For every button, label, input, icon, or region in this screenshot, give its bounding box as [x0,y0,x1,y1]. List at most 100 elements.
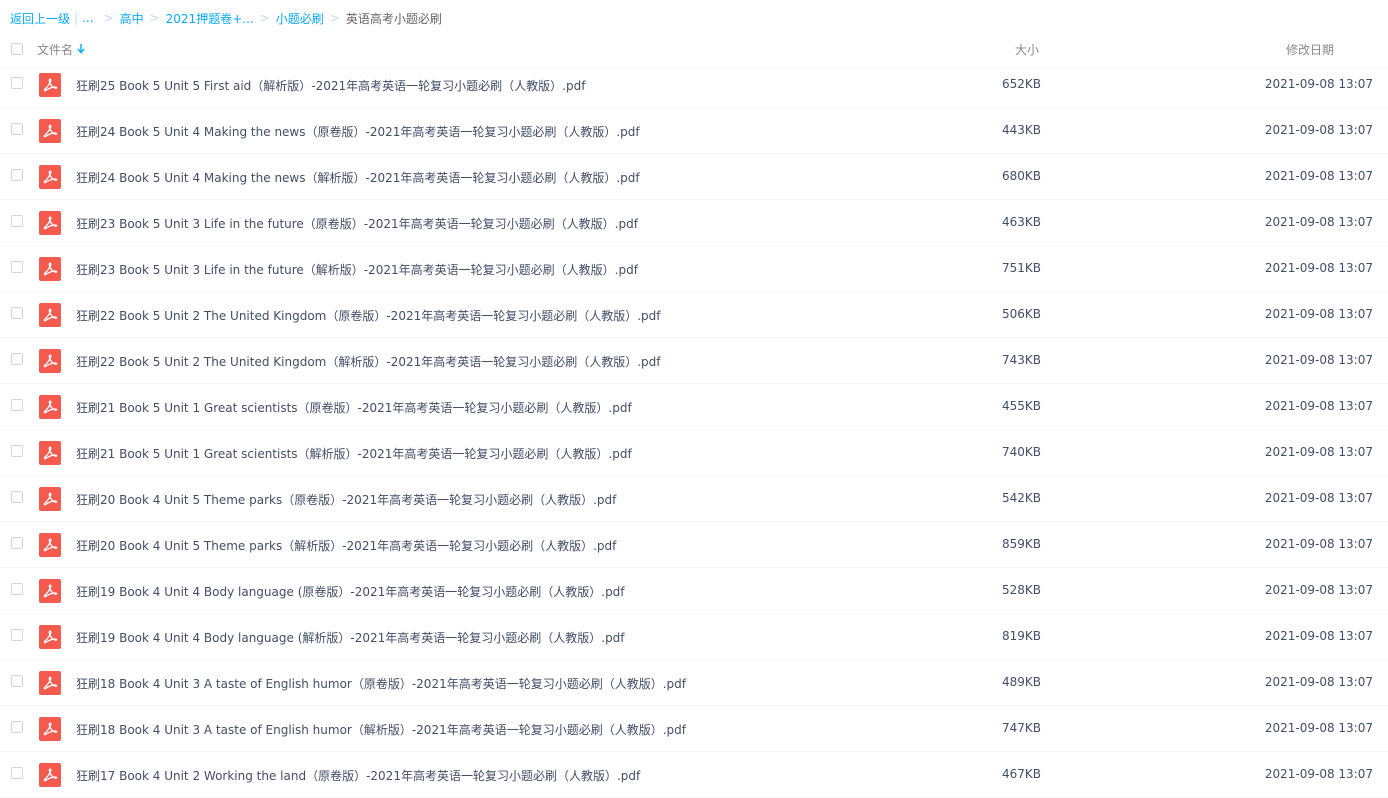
file-row[interactable]: 狂刷20 Book 4 Unit 5 Theme parks（原卷版）-2021… [0,476,1388,522]
row-checkbox[interactable] [11,353,23,365]
file-row[interactable]: 狂刷24 Book 5 Unit 4 Making the news（解析版）-… [0,154,1388,200]
row-checkbox[interactable] [11,491,23,503]
row-checkbox[interactable] [11,215,23,227]
chevron-right-icon: > [329,11,340,25]
file-date: 2021-09-08 13:07 [1264,77,1373,91]
pdf-icon [39,349,61,373]
chevron-right-icon: > [259,11,270,25]
breadcrumb-item-xiaotibishua[interactable]: 小题必刷 [276,10,324,27]
file-size: 489KB [1001,675,1041,689]
file-row[interactable]: 狂刷18 Book 4 Unit 3 A taste of English hu… [0,706,1388,752]
file-name[interactable]: 狂刷24 Book 5 Unit 4 Making the news（原卷版）-… [76,123,640,140]
file-date: 2021-09-08 13:07 [1264,307,1373,321]
row-checkbox[interactable] [11,169,23,181]
row-checkbox[interactable] [11,77,23,89]
breadcrumb: 返回上一级 | ... > 高中 > 2021押题卷+... > 小题必刷 > … [10,8,442,28]
chevron-right-icon: > [103,11,114,25]
file-row[interactable]: 狂刷19 Book 4 Unit 4 Body language (原卷版）-2… [0,568,1388,614]
file-name[interactable]: 狂刷18 Book 4 Unit 3 A taste of English hu… [76,721,686,738]
file-date: 2021-09-08 13:07 [1264,583,1373,597]
row-checkbox[interactable] [11,675,23,687]
back-link[interactable]: 返回上一级 [10,10,70,27]
file-name[interactable]: 狂刷21 Book 5 Unit 1 Great scientists（解析版）… [76,445,632,462]
row-checkbox[interactable] [11,629,23,641]
file-size: 528KB [1001,583,1041,597]
file-row[interactable]: 狂刷23 Book 5 Unit 3 Life in the future（原卷… [0,200,1388,246]
breadcrumb-item-gaozhong[interactable]: 高中 [120,10,144,27]
file-row[interactable]: 狂刷22 Book 5 Unit 2 The United Kingdom（解析… [0,338,1388,384]
pdf-icon [39,671,61,695]
file-size: 751KB [1001,261,1041,275]
sort-arrow-down-icon[interactable] [77,43,85,57]
pdf-icon [39,441,61,465]
file-date: 2021-09-08 13:07 [1264,261,1373,275]
file-name[interactable]: 狂刷19 Book 4 Unit 4 Body language (解析版）-2… [76,629,625,646]
file-name[interactable]: 狂刷24 Book 5 Unit 4 Making the news（解析版）-… [76,169,640,186]
row-checkbox[interactable] [11,261,23,273]
column-header-name-label: 文件名 [37,43,74,57]
file-date: 2021-09-08 13:07 [1264,675,1373,689]
file-row[interactable]: 狂刷25 Book 5 Unit 5 First aid（解析版）-2021年高… [0,62,1388,108]
pdf-icon [39,487,61,511]
file-size: 652KB [1001,77,1041,91]
column-header-date[interactable]: 修改日期 [1286,41,1334,58]
pdf-icon [39,625,61,649]
file-date: 2021-09-08 13:07 [1264,491,1373,505]
pdf-icon [39,303,61,327]
pdf-icon [39,257,61,281]
file-date: 2021-09-08 13:07 [1264,767,1373,781]
file-size: 463KB [1001,215,1041,229]
pdf-icon [39,579,61,603]
pdf-icon [39,533,61,557]
file-name[interactable]: 狂刷23 Book 5 Unit 3 Life in the future（解析… [76,261,638,278]
pdf-icon [39,211,61,235]
file-name[interactable]: 狂刷19 Book 4 Unit 4 Body language (原卷版）-2… [76,583,625,600]
row-checkbox[interactable] [11,767,23,779]
file-name[interactable]: 狂刷23 Book 5 Unit 3 Life in the future（原卷… [76,215,638,232]
pdf-icon [39,165,61,189]
file-name[interactable]: 狂刷22 Book 5 Unit 2 The United Kingdom（原卷… [76,307,661,324]
file-row[interactable]: 狂刷20 Book 4 Unit 5 Theme parks（解析版）-2021… [0,522,1388,568]
row-checkbox[interactable] [11,721,23,733]
file-date: 2021-09-08 13:07 [1264,215,1373,229]
file-size: 542KB [1001,491,1041,505]
file-name[interactable]: 狂刷25 Book 5 Unit 5 First aid（解析版）-2021年高… [76,77,585,94]
column-header-size[interactable]: 大小 [1015,41,1039,58]
file-row[interactable]: 狂刷23 Book 5 Unit 3 Life in the future（解析… [0,246,1388,292]
file-row[interactable]: 狂刷21 Book 5 Unit 1 Great scientists（解析版）… [0,430,1388,476]
file-size: 506KB [1001,307,1041,321]
file-row[interactable]: 狂刷21 Book 5 Unit 1 Great scientists（原卷版）… [0,384,1388,430]
row-checkbox[interactable] [11,583,23,595]
column-header-name[interactable]: 文件名 [37,41,85,58]
file-row[interactable]: 狂刷17 Book 4 Unit 2 Working the land（原卷版）… [0,752,1388,798]
file-size: 743KB [1001,353,1041,367]
file-row[interactable]: 狂刷18 Book 4 Unit 3 A taste of English hu… [0,660,1388,706]
row-checkbox[interactable] [11,123,23,135]
file-row[interactable]: 狂刷19 Book 4 Unit 4 Body language (解析版）-2… [0,614,1388,660]
file-size: 455KB [1001,399,1041,413]
file-date: 2021-09-08 13:07 [1264,123,1373,137]
file-name[interactable]: 狂刷18 Book 4 Unit 3 A taste of English hu… [76,675,686,692]
file-name[interactable]: 狂刷22 Book 5 Unit 2 The United Kingdom（解析… [76,353,661,370]
row-checkbox[interactable] [11,445,23,457]
select-all-checkbox[interactable] [11,43,23,55]
pdf-icon [39,717,61,741]
row-checkbox[interactable] [11,537,23,549]
file-size: 467KB [1001,767,1041,781]
file-date: 2021-09-08 13:07 [1264,721,1373,735]
breadcrumb-current: 英语高考小题必刷 [345,11,442,26]
breadcrumb-ellipsis[interactable]: ... [82,11,93,25]
file-name[interactable]: 狂刷21 Book 5 Unit 1 Great scientists（原卷版）… [76,399,632,416]
file-date: 2021-09-08 13:07 [1264,399,1373,413]
file-date: 2021-09-08 13:07 [1264,629,1373,643]
file-row[interactable]: 狂刷22 Book 5 Unit 2 The United Kingdom（原卷… [0,292,1388,338]
breadcrumb-item-yatijuan[interactable]: 2021押题卷+... [166,10,254,27]
file-name[interactable]: 狂刷17 Book 4 Unit 2 Working the land（原卷版）… [76,767,640,784]
row-checkbox[interactable] [11,399,23,411]
file-name[interactable]: 狂刷20 Book 4 Unit 5 Theme parks（解析版）-2021… [76,537,616,554]
row-checkbox[interactable] [11,307,23,319]
chevron-right-icon: > [149,11,160,25]
file-name[interactable]: 狂刷20 Book 4 Unit 5 Theme parks（原卷版）-2021… [76,491,616,508]
file-row[interactable]: 狂刷24 Book 5 Unit 4 Making the news（原卷版）-… [0,108,1388,154]
file-list: 狂刷25 Book 5 Unit 5 First aid（解析版）-2021年高… [0,62,1388,798]
